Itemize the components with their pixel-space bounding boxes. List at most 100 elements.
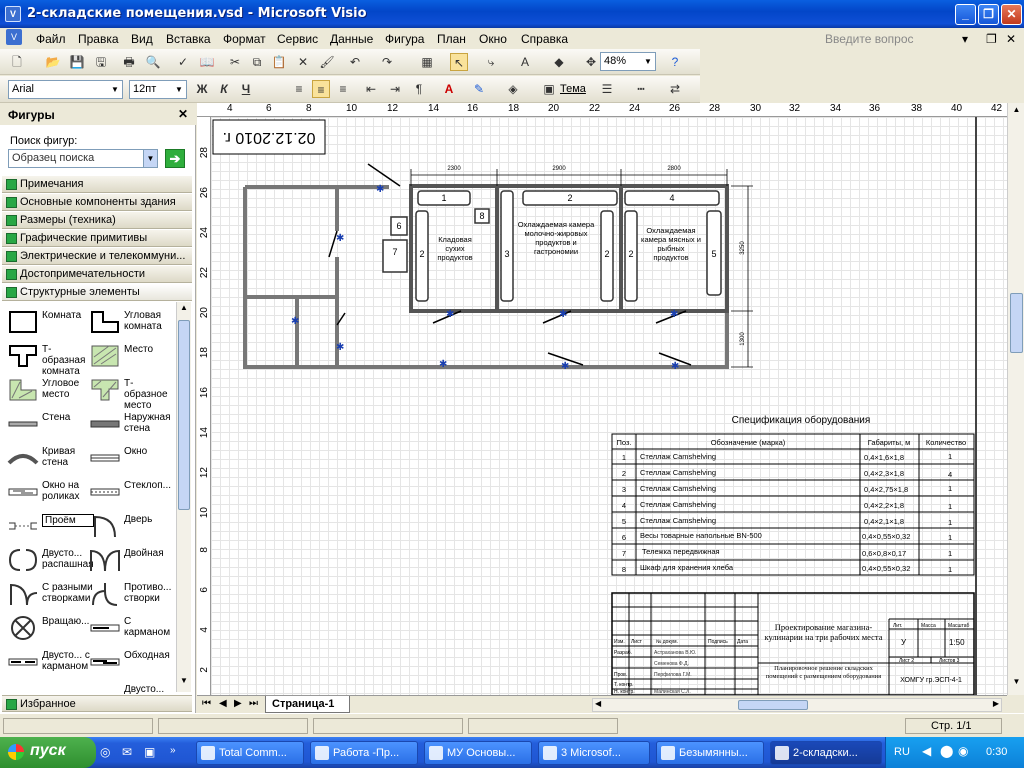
- undo-icon[interactable]: ↶: [346, 53, 364, 71]
- scroll-down-icon[interactable]: ▼: [1010, 677, 1023, 691]
- menu-shape[interactable]: Фигура: [385, 32, 424, 46]
- task-paint[interactable]: Безымянны...: [656, 741, 764, 765]
- align-center-icon[interactable]: ≡: [312, 80, 330, 98]
- master-t-space[interactable]: Т-образное место: [86, 375, 174, 411]
- stencil-electrical[interactable]: Электрические и телекоммуни...: [2, 248, 192, 265]
- menu-window[interactable]: Окно: [479, 32, 507, 46]
- task-word-2[interactable]: МУ Основы...: [424, 741, 532, 765]
- research-icon[interactable]: 📖: [198, 53, 216, 71]
- master-opposing-door[interactable]: Противо... створки: [86, 579, 174, 611]
- minimize-button[interactable]: _: [955, 4, 976, 25]
- master-revolving-door[interactable]: Вращаю...: [4, 613, 92, 645]
- close-button[interactable]: ✕: [1001, 4, 1022, 25]
- paste-icon[interactable]: 📋: [270, 53, 288, 71]
- stencil-landmarks[interactable]: Достопримечательности: [2, 266, 192, 283]
- visio-icon[interactable]: V: [5, 6, 21, 22]
- shape-search-input[interactable]: Образец поиска ▼: [8, 149, 158, 168]
- print-icon[interactable]: 🖶: [120, 53, 138, 71]
- stencil-dimensions[interactable]: Размеры (техника): [2, 212, 192, 229]
- master-curved-wall[interactable]: Кривая стена: [4, 443, 92, 475]
- print-preview-icon[interactable]: 🔍: [144, 53, 162, 71]
- help-icon[interactable]: ?: [666, 53, 684, 71]
- canvas-horizontal-scrollbar[interactable]: ◀ ▶: [592, 698, 1002, 712]
- format-painter-icon[interactable]: 🖌: [318, 53, 336, 71]
- master-uneven-door[interactable]: С разными створками: [4, 579, 93, 611]
- menu-edit[interactable]: Правка: [78, 32, 119, 46]
- master-double-more[interactable]: Двусто...: [86, 681, 174, 695]
- master-window[interactable]: Окно: [86, 443, 174, 475]
- align-right-icon[interactable]: ≡: [334, 80, 352, 98]
- shapes-scrollbar[interactable]: ▲ ▼: [176, 302, 191, 692]
- save-icon[interactable]: 💾: [68, 53, 86, 71]
- align-left-icon[interactable]: ≡: [290, 80, 308, 98]
- font-combo[interactable]: Arial ▼: [8, 80, 123, 99]
- close-icon[interactable]: ✕: [178, 107, 188, 121]
- line-ends-icon[interactable]: ⇄: [666, 80, 684, 98]
- scroll-thumb[interactable]: [738, 700, 808, 710]
- document-icon[interactable]: V: [6, 29, 22, 45]
- fill-color-icon[interactable]: ◈: [504, 80, 522, 98]
- master-bypass-door[interactable]: Обходная: [86, 647, 174, 679]
- pan-zoom-icon[interactable]: ✥: [582, 53, 600, 71]
- start-button[interactable]: пуск: [0, 737, 96, 768]
- last-page-icon[interactable]: ⏭: [249, 698, 258, 709]
- connector-tool-icon[interactable]: ⤷: [482, 53, 500, 71]
- zoom-combo[interactable]: 48% ▼: [600, 52, 656, 71]
- theme-button[interactable]: Тема: [560, 83, 586, 95]
- stencil-notes[interactable]: Примечания: [2, 176, 192, 193]
- scroll-thumb[interactable]: [178, 320, 190, 510]
- open-icon[interactable]: 📂: [44, 53, 62, 71]
- help-dropdown-icon[interactable]: ▾: [962, 32, 968, 46]
- menu-plan[interactable]: План: [437, 32, 466, 46]
- delete-icon[interactable]: ✕: [294, 53, 312, 71]
- menu-data[interactable]: Данные: [330, 32, 373, 46]
- redo-icon[interactable]: ↷: [378, 53, 396, 71]
- quicklaunch-icon[interactable]: ▣: [144, 745, 155, 759]
- underline-button[interactable]: Ч: [237, 80, 255, 98]
- master-sliding-window[interactable]: Окно на роликах: [4, 477, 92, 509]
- maximize-button[interactable]: ❐: [978, 4, 999, 25]
- prev-page-icon[interactable]: ◀: [219, 698, 227, 709]
- pointer-tool-icon[interactable]: ↖: [450, 53, 468, 71]
- stencil-structural[interactable]: Структурные элементы: [2, 284, 192, 301]
- task-total-commander[interactable]: Total Comm...: [196, 741, 304, 765]
- master-opening[interactable]: Проём: [4, 511, 94, 543]
- master-wall[interactable]: Стена: [4, 409, 92, 441]
- menu-view[interactable]: Вид: [131, 32, 153, 46]
- menu-file[interactable]: Файл: [36, 32, 66, 46]
- size-combo[interactable]: 12пт ▼: [129, 80, 187, 99]
- more-icon[interactable]: »: [170, 745, 176, 756]
- spelling-icon[interactable]: ✓: [174, 53, 192, 71]
- master-t-room[interactable]: Т-образная комната: [4, 341, 92, 377]
- line-weight-icon[interactable]: ☰: [598, 80, 616, 98]
- cut-icon[interactable]: ✂: [226, 53, 244, 71]
- line-pattern-icon[interactable]: ┅: [632, 80, 650, 98]
- task-excel-group[interactable]: 3 Microsof...: [538, 741, 650, 765]
- copy-icon[interactable]: ⧉: [248, 53, 266, 71]
- master-door[interactable]: Дверь: [86, 511, 174, 543]
- page-tab[interactable]: Страница-1: [265, 696, 350, 713]
- text-tool-icon[interactable]: A: [516, 53, 534, 71]
- scroll-up-icon[interactable]: ▲: [178, 303, 190, 317]
- bold-button[interactable]: Ж: [193, 80, 211, 98]
- scroll-down-icon[interactable]: ▼: [178, 676, 190, 690]
- drawing-canvas[interactable]: 02.12.2010 г. ✱ ✱ ✱ ✱ ✱ ✱ ✱ ✱ ✱ ✱ 2300 2…: [211, 117, 1007, 695]
- task-visio[interactable]: 2-складски...: [770, 741, 882, 765]
- master-exterior-wall[interactable]: Наружная стена: [86, 409, 174, 441]
- canvas-vertical-scrollbar[interactable]: ▲ ▼: [1007, 103, 1024, 695]
- search-go-button[interactable]: ➔: [165, 149, 185, 168]
- menu-tools[interactable]: Сервис: [277, 32, 318, 46]
- master-double-pocket[interactable]: Двусто... с карманом: [4, 647, 92, 679]
- menu-format[interactable]: Формат: [223, 32, 266, 46]
- permission-icon[interactable]: 🖫: [92, 53, 110, 71]
- stamp-tool-icon[interactable]: ◆: [550, 53, 568, 71]
- new-icon[interactable]: 🗋: [8, 53, 26, 71]
- stencil-favorites[interactable]: Избранное: [2, 695, 192, 712]
- scroll-right-icon[interactable]: ▶: [993, 699, 999, 708]
- master-glass[interactable]: Стеклоп...: [86, 477, 174, 509]
- doc-restore-icon[interactable]: ❐: [986, 32, 997, 46]
- first-page-icon[interactable]: ⏮: [202, 698, 211, 709]
- volume-icon[interactable]: ◉: [958, 744, 968, 758]
- language-indicator[interactable]: RU: [894, 746, 910, 758]
- master-pocket-door[interactable]: С карманом: [86, 613, 174, 645]
